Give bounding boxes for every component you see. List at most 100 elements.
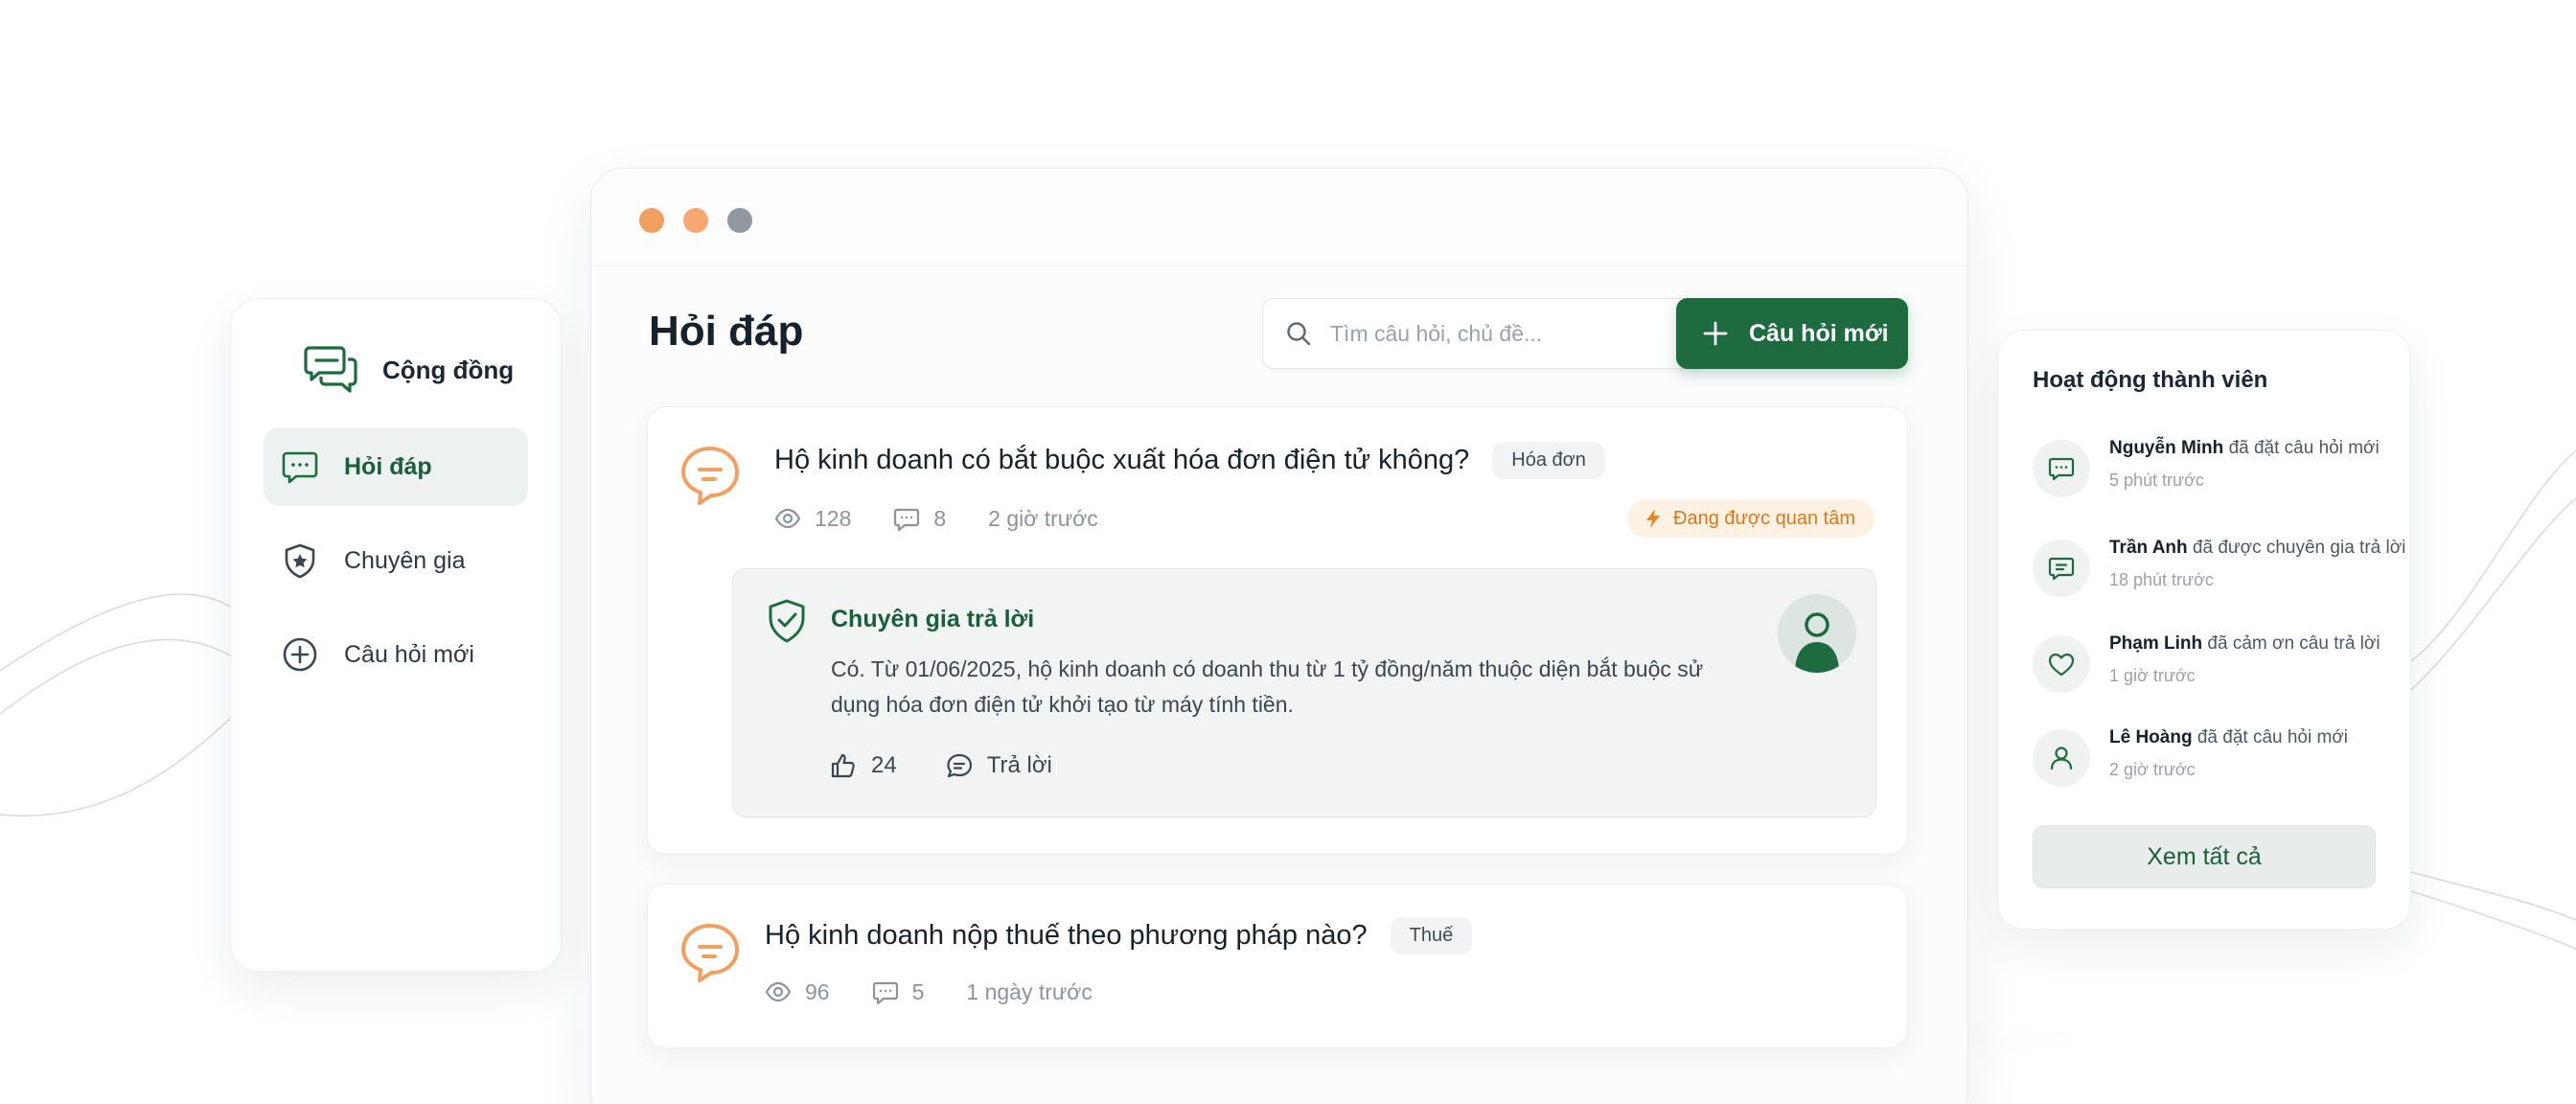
- see-all-button[interactable]: Xem tất cả: [2033, 825, 2376, 888]
- question-title-row: Hộ kinh doanh có bắt buộc xuất hóa đơn đ…: [774, 442, 1605, 479]
- trending-badge-label: Đang được quan tâm: [1673, 507, 1855, 529]
- brand[interactable]: Cộng đồng: [223, 341, 528, 399]
- sidebar-item-hoi-dap[interactable]: Hỏi đáp: [264, 427, 528, 506]
- comment-icon: [872, 981, 898, 1005]
- activity-time: 5 phút trước: [2109, 471, 2204, 490]
- views-count: 128: [774, 505, 851, 532]
- chat-lines-icon: [2048, 557, 2075, 581]
- sidebar-item-label: Hỏi đáp: [344, 452, 432, 480]
- search-box[interactable]: [1262, 298, 1705, 369]
- activity-icon-circle: [2033, 729, 2090, 787]
- question-card[interactable]: Hộ kinh doanh nộp thuế theo phương pháp …: [647, 884, 1908, 1048]
- question-title[interactable]: Hộ kinh doanh có bắt buộc xuất hóa đơn đ…: [774, 445, 1469, 476]
- activity-text: Nguyễn Minh đã đặt câu hỏi mới: [2109, 438, 2380, 459]
- eye-icon: [774, 508, 801, 529]
- question-card[interactable]: Hộ kinh doanh có bắt buộc xuất hóa đơn đ…: [647, 406, 1908, 855]
- question-bubble-icon: [681, 924, 739, 982]
- user-icon: [2050, 747, 2073, 770]
- search-icon: [1287, 322, 1311, 346]
- trending-badge: Đang được quan tâm: [1627, 499, 1874, 538]
- question-meta: 96 5 1 ngày trước: [765, 978, 1135, 1005]
- sidebar: Cộng đồng Hỏi đáp Chuyên gia Câu hỏi mới: [230, 298, 562, 972]
- question-time: 2 giờ trước: [988, 505, 1098, 531]
- expert-avatar[interactable]: [1778, 594, 1856, 673]
- expert-answer: Chuyên gia trả lời Có. Từ 01/06/2025, hộ…: [732, 568, 1876, 817]
- window-minimize-dot[interactable]: [683, 208, 708, 233]
- activity-action: đã được chuyên gia trả lời: [2192, 538, 2406, 558]
- likes-value: 24: [871, 752, 897, 778]
- new-question-button[interactable]: Câu hỏi mới: [1676, 298, 1908, 369]
- activity-text: Phạm Linh đã cảm ơn câu trả lời: [2109, 633, 2380, 655]
- views-count: 96: [765, 978, 830, 1005]
- sidebar-item-label: Câu hỏi mới: [344, 640, 474, 668]
- activity-time: 1 giờ trước: [2109, 666, 2196, 685]
- sidebar-item-cau-hoi-moi[interactable]: Câu hỏi mới: [264, 615, 528, 694]
- chat-bubbles-icon: [304, 346, 357, 393]
- plus-icon: [1703, 321, 1728, 346]
- window-maximize-dot[interactable]: [727, 208, 752, 233]
- expert-answer-label: Chuyên gia trả lời: [831, 606, 1035, 632]
- activity-text: Trần Anh đã được chuyên gia trả lời: [2109, 538, 2405, 559]
- chat-dots-icon: [2048, 457, 2075, 481]
- question-meta: 128 8 2 giờ trước: [774, 505, 1140, 532]
- activity-action: đã cảm ơn câu trả lời: [2207, 633, 2380, 654]
- main-window: Hỏi đáp Câu hỏi mới Hộ kinh doanh có bắt…: [590, 168, 1968, 1104]
- main-header: Hỏi đáp Câu hỏi mới: [649, 298, 1908, 371]
- question-tag[interactable]: Hóa đơn: [1492, 442, 1605, 479]
- lightning-icon: [1646, 509, 1661, 528]
- activity-icon-circle: [2033, 635, 2090, 693]
- activity-user-name[interactable]: Nguyễn Minh: [2109, 438, 2223, 458]
- question-bubble-icon: [681, 447, 739, 505]
- sidebar-nav: Hỏi đáp Chuyên gia Câu hỏi mới: [264, 427, 528, 694]
- member-activity-panel: Hoạt động thành viên Nguyễn Minh đã đặt …: [1997, 330, 2411, 930]
- activity-time: 18 phút trước: [2109, 570, 2214, 589]
- expert-answer-text: Có. Từ 01/06/2025, hộ kinh doanh có doan…: [831, 656, 1704, 717]
- activity-action: đã đặt câu hỏi mới: [2228, 438, 2380, 458]
- sidebar-item-chuyen-gia[interactable]: Chuyên gia: [264, 521, 528, 600]
- brand-name: Cộng đồng: [382, 355, 515, 384]
- views-value: 128: [815, 505, 852, 531]
- activity-title: Hoạt động thành viên: [2033, 367, 2268, 393]
- heart-icon: [2048, 653, 2075, 677]
- plus-circle-icon: [283, 637, 317, 672]
- thumbs-up-icon: [831, 753, 855, 778]
- question-tag[interactable]: Thuế: [1390, 917, 1473, 954]
- activity-item[interactable]: Trần Anh đã được chuyên gia trả lời 18 p…: [2033, 536, 2406, 603]
- search-input[interactable]: [1330, 320, 1694, 347]
- user-avatar-icon: [1795, 612, 1839, 673]
- chat-lines-icon: [947, 753, 972, 778]
- comments-value: 8: [933, 505, 947, 531]
- window-titlebar: [591, 169, 1967, 266]
- activity-action: đã đặt câu hỏi mới: [2196, 727, 2349, 748]
- activity-icon-circle: [2033, 440, 2090, 497]
- eye-icon: [765, 981, 792, 1002]
- comments-count: 8: [893, 505, 946, 532]
- activity-icon-circle: [2033, 540, 2090, 597]
- sidebar-item-label: Chuyên gia: [344, 546, 466, 574]
- shield-star-icon: [285, 543, 315, 579]
- question-title[interactable]: Hộ kinh doanh nộp thuế theo phương pháp …: [765, 920, 1368, 952]
- activity-user-name[interactable]: Lê Hoàng: [2109, 727, 2193, 748]
- comments-count: 5: [872, 978, 925, 1005]
- like-button[interactable]: 24: [829, 751, 897, 780]
- activity-item[interactable]: Nguyễn Minh đã đặt câu hỏi mới 5 phút tr…: [2033, 436, 2406, 503]
- shield-check-icon: [769, 599, 805, 643]
- reply-button[interactable]: Trả lời: [945, 751, 1052, 780]
- question-title-row: Hộ kinh doanh nộp thuế theo phương pháp …: [765, 917, 1473, 954]
- question-time: 1 ngày trước: [966, 978, 1092, 1004]
- page-title: Hỏi đáp: [649, 308, 804, 355]
- window-close-dot[interactable]: [639, 208, 664, 233]
- comment-icon: [894, 508, 920, 532]
- views-value: 96: [805, 978, 830, 1004]
- activity-text: Lê Hoàng đã đặt câu hỏi mới: [2109, 727, 2348, 748]
- activity-user-name[interactable]: Phạm Linh: [2109, 633, 2202, 654]
- activity-time: 2 giờ trước: [2109, 760, 2196, 779]
- comments-value: 5: [911, 978, 925, 1004]
- activity-item[interactable]: Phạm Linh đã cảm ơn câu trả lời 1 giờ tr…: [2033, 632, 2406, 699]
- activity-user-name[interactable]: Trần Anh: [2109, 538, 2188, 558]
- chat-dots-icon: [282, 451, 318, 484]
- answer-actions: 24 Trả lời: [829, 751, 1100, 780]
- activity-item[interactable]: Lê Hoàng đã đặt câu hỏi mới 2 giờ trước: [2033, 725, 2406, 793]
- new-question-label: Câu hỏi mới: [1749, 319, 1889, 347]
- reply-label: Trả lời: [986, 752, 1052, 778]
